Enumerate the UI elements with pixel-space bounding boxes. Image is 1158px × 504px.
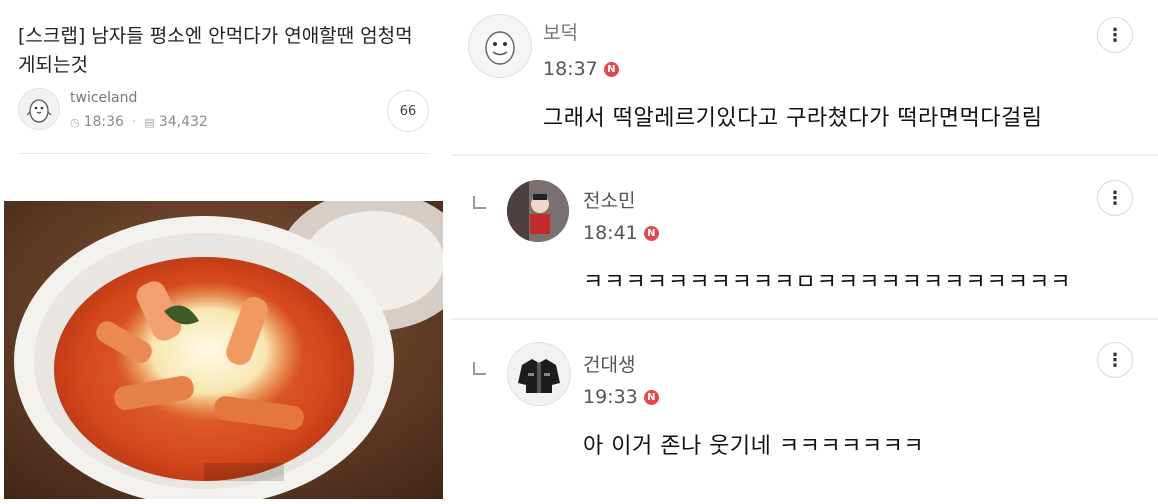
reply-arrow-icon <box>473 196 486 209</box>
comment-time: 19:33 N <box>583 386 659 408</box>
commenter-name[interactable]: 전소민 <box>583 186 635 213</box>
comment-time-text: 19:33 <box>583 386 638 408</box>
comment-time: 18:37 N <box>543 58 619 80</box>
author-avatar[interactable] <box>18 88 60 130</box>
commenter-name[interactable]: 건대생 <box>583 350 635 377</box>
tteokbokki-photo[interactable] <box>4 201 443 499</box>
comment-text: ㅋㅋㅋㅋㅋㅋㅋㅋㅋㅋㅁㅋㅋㅋㅋㅋㅋㅋㅋㅋㅋㅋㅋ <box>583 270 1072 295</box>
comment-text: 그래서 떡알레르기있다고 구라쳤다가 떡라면먹다걸림 <box>543 106 1043 131</box>
more-options-button[interactable]: ⋮ <box>1097 17 1133 53</box>
new-badge: N <box>643 225 659 241</box>
comment-divider <box>451 154 1158 156</box>
commenter-avatar[interactable] <box>507 342 571 406</box>
meta-separator: · <box>131 114 137 130</box>
comment-count-button[interactable]: 66 <box>387 90 429 132</box>
reply-arrow-icon <box>473 362 486 375</box>
commenter-name[interactable]: 보덕 <box>543 18 578 45</box>
comment-text: 아 이거 존나 웃기네 ㅋㅋㅋㅋㅋㅋㅋ <box>583 434 925 459</box>
commenter-avatar[interactable] <box>507 180 569 242</box>
jacket-avatar-icon <box>518 359 560 393</box>
post-title[interactable]: [스크랩] 남자들 평소엔 안먹다가 연애할땐 엄청먹게되는것 <box>18 22 428 80</box>
post-meta: ◷ 18:36 · ▤ 34,432 <box>70 114 208 130</box>
more-options-button[interactable]: ⋮ <box>1097 180 1133 216</box>
post-panel: [스크랩] 남자들 평소엔 안먹다가 연애할땐 엄청먹게되는것 twicelan… <box>0 0 443 504</box>
comment-time: 18:41 N <box>583 222 659 244</box>
divider <box>18 153 428 154</box>
new-badge: N <box>643 389 659 405</box>
character-avatar-icon <box>485 31 515 65</box>
view-count: 34,432 <box>158 114 208 130</box>
commenter-avatar[interactable] <box>468 14 532 78</box>
comment-time-text: 18:41 <box>583 222 638 244</box>
comment-divider <box>451 318 1158 320</box>
panel-split <box>443 0 451 504</box>
post-time: 18:36 <box>83 114 124 130</box>
new-badge: N <box>603 61 619 77</box>
penguin-avatar-icon <box>26 99 52 123</box>
document-icon: ▤ <box>144 115 155 129</box>
more-options-button[interactable]: ⋮ <box>1097 342 1133 378</box>
comments-panel: 보덕 18:37 N ⋮ 그래서 떡알레르기있다고 구라쳤다가 떡라면먹다걸림 … <box>451 0 1158 504</box>
author-name[interactable]: twiceland <box>70 90 137 106</box>
comment-time-text: 18:37 <box>543 58 598 80</box>
photo-avatar-icon <box>507 180 569 242</box>
clock-icon: ◷ <box>70 115 80 129</box>
